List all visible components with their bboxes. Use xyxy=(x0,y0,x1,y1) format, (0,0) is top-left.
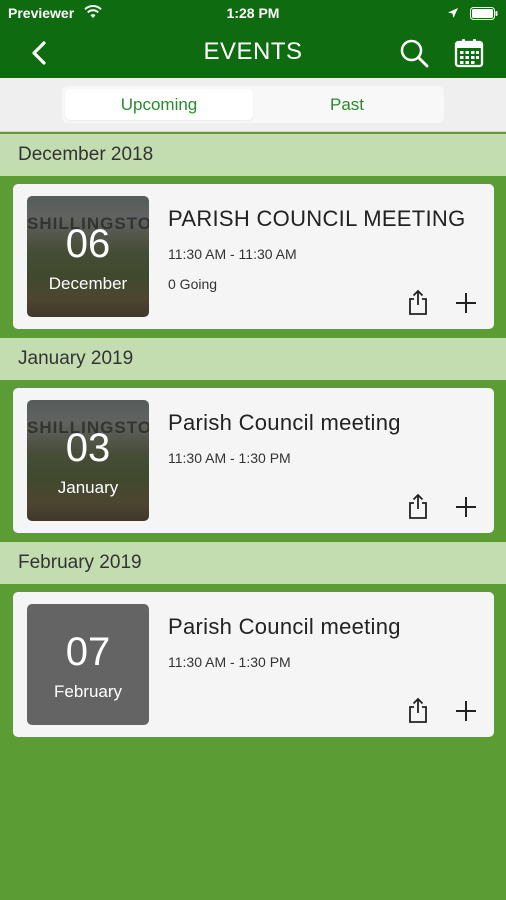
month-section-header: February 2019 xyxy=(0,542,506,584)
clock-time: 1:28 PM xyxy=(226,5,280,21)
event-month: February xyxy=(53,682,123,701)
battery-icon xyxy=(470,7,498,25)
add-icon[interactable] xyxy=(454,699,478,723)
event-time: 11:30 AM - 1:30 PM xyxy=(168,450,291,466)
event-day: 03 xyxy=(65,426,111,470)
event-title: PARISH COUNCIL MEETING xyxy=(168,206,466,231)
event-date-tile: SHILLINGSTON 06 December xyxy=(27,196,149,317)
nav-bar: EVENTS xyxy=(0,28,506,78)
event-card[interactable]: SHILLINGSTON 06 December PARISH COUNCIL … xyxy=(13,184,494,329)
search-icon[interactable] xyxy=(398,37,430,69)
segment-bar: Upcoming Past xyxy=(0,78,506,132)
add-icon[interactable] xyxy=(454,291,478,315)
share-icon[interactable] xyxy=(406,492,430,520)
event-time: 11:30 AM - 1:30 PM xyxy=(168,654,291,670)
event-day: 06 xyxy=(65,222,111,266)
status-bar: Previewer 1:28 PM xyxy=(0,0,506,28)
event-going-count: 0 Going xyxy=(168,276,218,292)
event-card[interactable]: SHILLINGSTON 03 January Parish Council m… xyxy=(13,388,494,533)
calendar-icon[interactable] xyxy=(453,37,485,69)
location-arrow-icon xyxy=(447,6,459,24)
add-icon[interactable] xyxy=(454,495,478,519)
event-month: December xyxy=(48,274,128,293)
event-title: Parish Council meeting xyxy=(168,410,401,435)
month-section-header: January 2019 xyxy=(0,338,506,380)
tab-upcoming[interactable]: Upcoming xyxy=(65,89,253,120)
tab-past[interactable]: Past xyxy=(253,89,441,120)
event-time: 11:30 AM - 11:30 AM xyxy=(168,246,297,262)
event-date-tile: 07 February xyxy=(27,604,149,725)
event-title: Parish Council meeting xyxy=(168,614,401,639)
upcoming-past-toggle: Upcoming Past xyxy=(62,86,444,123)
page-title: EVENTS xyxy=(203,38,303,65)
event-card[interactable]: 07 February Parish Council meeting 11:30… xyxy=(13,592,494,737)
event-date-tile: SHILLINGSTON 03 January xyxy=(27,400,149,521)
event-month: January xyxy=(57,478,119,497)
event-day: 07 xyxy=(65,630,111,674)
share-icon[interactable] xyxy=(406,696,430,724)
share-icon[interactable] xyxy=(406,288,430,316)
month-section-header: December 2018 xyxy=(0,134,506,176)
